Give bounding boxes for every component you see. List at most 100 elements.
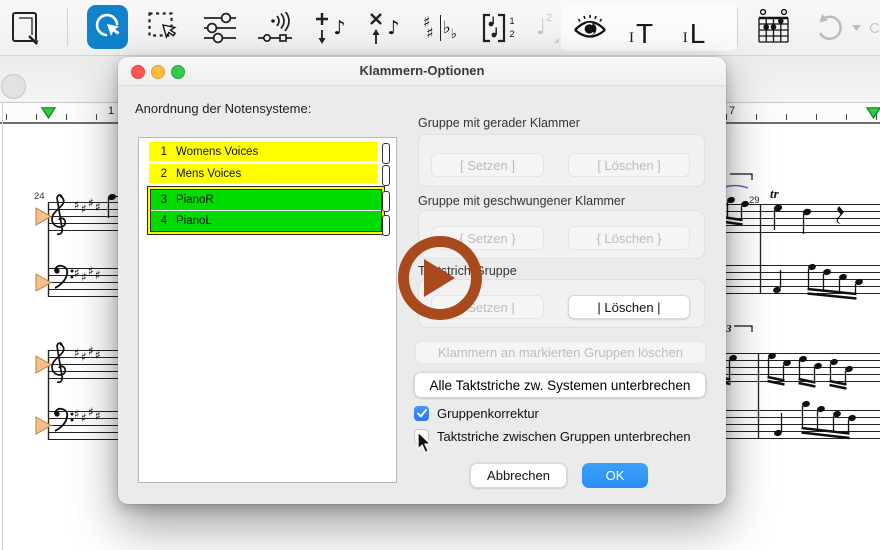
staff-bracket-indicator: [382, 215, 390, 236]
chord-diagram-button[interactable]: [751, 7, 795, 49]
page-setup-glyph: [9, 9, 43, 47]
page-setup-icon[interactable]: [8, 9, 44, 47]
triplet-bracket: [734, 326, 752, 332]
staff-bracket-indicator: [382, 165, 390, 186]
list-item-selected[interactable]: 3 PianoR: [151, 190, 381, 210]
sharp-icon: ♯: [426, 26, 433, 41]
curly-clear-button[interactable]: { Löschen }: [568, 226, 690, 250]
group-correction-row[interactable]: Gruppenkorrektur: [414, 406, 539, 421]
visibility-button[interactable]: [570, 13, 610, 43]
straight-bracket-group-label: Gruppe mit gerader Klammer: [418, 116, 580, 130]
cancel-button[interactable]: Abbrechen: [470, 463, 567, 488]
flat-icon: ♭: [443, 20, 451, 37]
undo-button[interactable]: [810, 11, 850, 45]
remove-brackets-button[interactable]: Klammern an markierten Gruppen löschen: [415, 341, 706, 364]
ruler-number-left: 1: [108, 105, 114, 117]
text-title-button[interactable]: I T: [620, 10, 662, 46]
ruler-marker-right[interactable]: [866, 107, 880, 119]
x-arrow-icon: [368, 11, 384, 45]
ruler-number-right: 7: [729, 105, 735, 117]
letter-l: L: [690, 22, 706, 46]
note-duration-button[interactable]: ♩ 2: [527, 9, 561, 47]
svg-text:♯: ♯: [95, 200, 101, 214]
toolbar-separator: [67, 8, 68, 46]
measure-number-left: 24: [34, 191, 45, 202]
staff-lines: [712, 204, 880, 439]
letter-i: I: [629, 31, 634, 46]
selection-tool-button[interactable]: [87, 5, 128, 49]
curly-bracket-group-label: Gruppe mit geschwungener Klammer: [418, 194, 625, 208]
plus-arrow-icon: [314, 11, 330, 45]
chord-diagram-icon: [755, 8, 791, 48]
svg-text:♯: ♯: [88, 196, 94, 210]
staff-number: 4: [151, 215, 167, 227]
ruler-marker-left[interactable]: [41, 107, 56, 119]
check-icon: [417, 409, 427, 418]
accidentals-button[interactable]: ♯ ♯ ♭ ♭: [419, 9, 461, 47]
staff-number: 2: [149, 168, 167, 180]
group-correction-label: Gruppenkorrektur: [437, 406, 539, 421]
staff-label: PianoL: [176, 215, 212, 227]
selection-tool-icon: [93, 12, 123, 42]
staff-number: 1: [149, 146, 167, 158]
undo-dropdown-caret[interactable]: [851, 23, 861, 33]
staff-bracket-indicator: [382, 191, 390, 212]
dialog-title: Klammern-Optionen: [118, 63, 726, 78]
bass-beamed-notes: [773, 400, 856, 438]
break-barlines-button[interactable]: Alle Taktstriche zw. Systemen unterbrech…: [414, 372, 706, 398]
barline-clear-button[interactable]: | Löschen |: [568, 295, 690, 319]
list-item[interactable]: 2 Mens Voices: [149, 164, 377, 183]
staff-number: 3: [151, 194, 167, 206]
filter-sliders-button[interactable]: [202, 11, 238, 45]
svg-text:♯: ♯: [81, 202, 87, 216]
arrangement-label: Anordnung der Notensysteme:: [135, 101, 311, 116]
straight-clear-button[interactable]: [ Löschen ]: [568, 153, 690, 177]
play-triangle-icon: [424, 259, 455, 297]
list-item-selected[interactable]: 4 PianoL: [151, 211, 381, 231]
text-lyrics-button[interactable]: I L: [674, 10, 714, 46]
measure-number-right: 29: [749, 195, 760, 206]
view-control-button[interactable]: [1, 74, 26, 99]
caret-down-icon: [852, 25, 861, 31]
ending-1-label: 1: [509, 17, 514, 26]
triplet-bracket: [730, 174, 752, 180]
measure-bracket-icon: [481, 11, 507, 45]
dialog-titlebar[interactable]: Klammern-Optionen: [118, 57, 726, 86]
marquee-selection-icon: [148, 12, 180, 44]
redo-icon: [868, 12, 880, 44]
quarter-note-icon: ♩: [536, 17, 546, 39]
trill-mark: tr: [770, 186, 780, 201]
ending-2-label: 2: [509, 30, 514, 39]
toolbar-separator: [737, 8, 738, 46]
add-note-button[interactable]: ♪: [311, 10, 349, 46]
checkbox-checked[interactable]: [414, 406, 429, 421]
svg-text:♯: ♯: [74, 198, 80, 212]
svg-text:♯: ♯: [95, 409, 101, 423]
repeat-endings-button[interactable]: 1 2: [476, 9, 520, 47]
svg-text:♯: ♯: [95, 348, 101, 362]
staff-system-list[interactable]: 1 Womens Voices 2 Mens Voices 3 PianoR 4…: [138, 137, 397, 483]
list-item[interactable]: 1 Womens Voices: [149, 142, 377, 161]
staff-bracket-indicator: [382, 143, 390, 164]
ok-button[interactable]: OK: [582, 463, 648, 488]
flat-icon: ♭: [451, 28, 457, 41]
staff-label: Mens Voices: [176, 168, 241, 180]
selected-group-ring: 3 PianoR 4 PianoL: [147, 186, 385, 235]
straight-set-button[interactable]: [ Setzen ]: [431, 153, 544, 177]
staff-label: Womens Voices: [176, 146, 258, 158]
marquee-selection-button[interactable]: [145, 11, 183, 45]
straight-bracket-groupbox: [ Setzen ] [ Löschen ]: [418, 134, 705, 187]
delete-note-button[interactable]: ♪: [365, 10, 403, 46]
svg-text:♯: ♯: [74, 346, 80, 360]
duration-badge: 2: [546, 13, 552, 24]
filter-sliders-icon: [203, 12, 237, 44]
break-between-groups-label: Taktstriche zwischen Gruppen unterbreche…: [437, 429, 691, 444]
corner-triangle-icon: [554, 38, 559, 43]
audio-automation-button[interactable]: [255, 11, 297, 45]
main-toolbar: ♪ ♪ ♯ ♯ ♭ ♭ 1 2: [0, 0, 880, 56]
break-between-groups-row[interactable]: Taktstriche zwischen Gruppen unterbreche…: [414, 429, 691, 444]
svg-text:♯: ♯: [81, 411, 87, 425]
undo-icon: [813, 12, 847, 44]
quarter-rest: [837, 206, 844, 224]
redo-button[interactable]: [868, 11, 880, 45]
